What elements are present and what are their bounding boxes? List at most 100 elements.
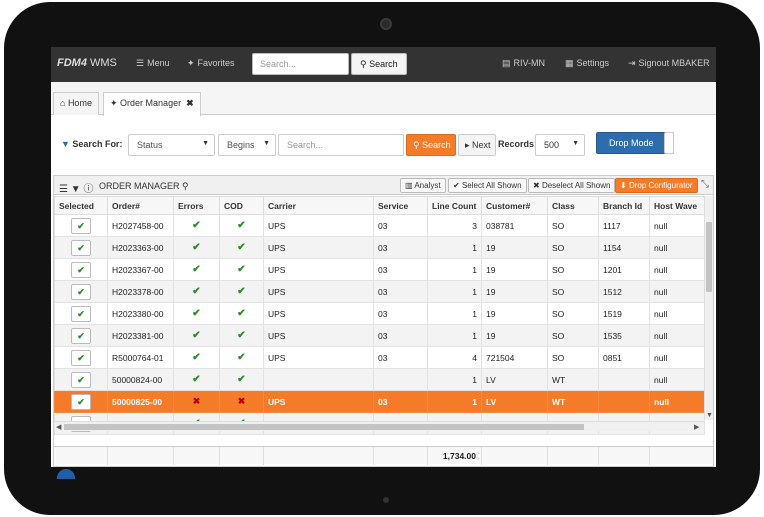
- select-cell: ✔: [54, 258, 108, 281]
- table-row[interactable]: ✔ H2023363-00 ✔ ✔ UPS 03 1 19 SO 1154 null: [54, 236, 705, 259]
- filter-icon: ▼: [61, 139, 73, 149]
- drop-configurator-button[interactable]: ⬇ Drop Configurator: [615, 178, 698, 193]
- cod-cell: ✔: [219, 324, 264, 347]
- chart-icon: ▥: [405, 181, 415, 190]
- tab-order-manager[interactable]: ✦ Order Manager ✖: [103, 92, 201, 116]
- host-wave-cell: null: [649, 368, 705, 391]
- filter-icon[interactable]: ▼: [71, 184, 81, 195]
- analyst-button[interactable]: ▥ Analyst: [400, 178, 446, 193]
- home-dot: [383, 497, 389, 503]
- search-icon[interactable]: ⚲: [182, 181, 189, 191]
- field-select[interactable]: Status ▼: [128, 134, 215, 156]
- scroll-thumb[interactable]: [64, 424, 584, 430]
- branch-cell: [598, 390, 650, 413]
- row-select-button[interactable]: ✔: [71, 283, 91, 300]
- col-header[interactable]: Errors: [173, 196, 220, 215]
- table-row[interactable]: ✔ H2023378-00 ✔ ✔ UPS 03 1 19 SO 1512 null: [54, 280, 705, 303]
- line-count-cell: 1: [427, 368, 482, 391]
- errors-ok-icon: ✔: [192, 374, 201, 385]
- col-header[interactable]: Branch Id: [598, 196, 650, 215]
- check-icon: ✔: [77, 286, 85, 297]
- customer-cell: 19: [481, 302, 548, 325]
- drop-mode-toggle[interactable]: Drop Mode: [596, 132, 674, 154]
- cod-ok-icon: ✔: [237, 352, 246, 363]
- deselect-all-button[interactable]: ✖ Deselect All Shown: [528, 178, 616, 193]
- order-cell: H2027458-00: [107, 214, 174, 237]
- records-select[interactable]: 500 ▼: [535, 134, 585, 156]
- cod-error-icon: ✖: [237, 396, 246, 406]
- signout-link[interactable]: ⇥ Signout MBAKER: [628, 58, 710, 69]
- order-cell: H2023381-00: [107, 324, 174, 347]
- table-row[interactable]: ✔ H2023380-00 ✔ ✔ UPS 03 1 19 SO 1519 null: [54, 302, 705, 325]
- class-cell: WT: [547, 390, 599, 413]
- line-count-cell: 1: [427, 302, 482, 325]
- row-select-button[interactable]: ✔: [71, 239, 91, 256]
- menu-link[interactable]: ☰ Menu: [136, 58, 170, 69]
- col-header[interactable]: Host Wave: [649, 196, 705, 215]
- col-header[interactable]: Customer#: [481, 196, 548, 215]
- select-cell: ✔: [54, 302, 108, 325]
- compress-icon[interactable]: ⤡: [701, 179, 709, 190]
- arrow-down-icon: ⬇: [620, 181, 629, 190]
- branch-cell: 0851: [598, 346, 650, 369]
- scroll-right-icon[interactable]: ▶: [694, 423, 699, 431]
- host-wave-cell: null: [649, 280, 705, 303]
- select-all-button[interactable]: ✔ Select All Shown: [448, 178, 527, 193]
- list-icon[interactable]: ☰: [59, 184, 68, 195]
- errors-cell: ✔: [173, 324, 220, 347]
- global-search-button[interactable]: ⚲ Search: [351, 53, 407, 75]
- col-header[interactable]: Line Count: [427, 196, 482, 215]
- close-tab-icon[interactable]: ✖: [186, 98, 194, 108]
- col-header[interactable]: Service: [373, 196, 428, 215]
- global-search-input[interactable]: Search...: [252, 53, 349, 75]
- row-select-button[interactable]: ✔: [71, 393, 91, 410]
- chevron-down-icon: ▼: [572, 140, 579, 147]
- col-header[interactable]: Order#: [107, 196, 174, 215]
- filter-search-button[interactable]: ⚲ Search: [406, 134, 456, 156]
- favorites-link[interactable]: ✦ Favorites: [187, 58, 235, 69]
- table-row[interactable]: ✔ 50000824-00 ✔ ✔ 1 LV WT null: [54, 368, 705, 391]
- host-wave-cell: null: [649, 390, 705, 413]
- errors-cell: ✔: [173, 236, 220, 259]
- location-link[interactable]: ▤ RIV-MN: [502, 58, 545, 69]
- select-cell: ✔: [54, 236, 108, 259]
- table-row[interactable]: ✔ H2023367-00 ✔ ✔ UPS 03 1 19 SO 1201 null: [54, 258, 705, 281]
- table-row[interactable]: ✔ H2023381-00 ✔ ✔ UPS 03 1 19 SO 1535 null: [54, 324, 705, 347]
- cod-ok-icon: ✔: [237, 286, 246, 297]
- row-select-button[interactable]: ✔: [71, 327, 91, 344]
- errors-cell: ✔: [173, 280, 220, 303]
- host-wave-cell: null: [649, 236, 705, 259]
- tab-home[interactable]: ⌂ Home: [53, 92, 99, 115]
- scroll-thumb[interactable]: [706, 222, 712, 292]
- filter-value-input[interactable]: Search...: [278, 134, 404, 156]
- col-header[interactable]: COD: [219, 196, 264, 215]
- order-cell: H2023363-00: [107, 236, 174, 259]
- errors-ok-icon: ✔: [192, 330, 201, 341]
- order-cell: H2023380-00: [107, 302, 174, 325]
- row-select-button[interactable]: ✔: [71, 305, 91, 322]
- col-header[interactable]: Carrier: [263, 196, 374, 215]
- vertical-scrollbar[interactable]: ▼: [704, 196, 713, 420]
- branch-cell: 1519: [598, 302, 650, 325]
- line-count-cell: 1: [427, 324, 482, 347]
- table-row[interactable]: ✔ R5000764-01 ✔ ✔ UPS 03 4 721504 SO 0851 null: [54, 346, 705, 369]
- col-header[interactable]: Selected: [54, 196, 108, 215]
- row-select-button[interactable]: ✔: [71, 371, 91, 388]
- next-button[interactable]: ▸ Next: [458, 134, 496, 156]
- col-header[interactable]: Class: [547, 196, 599, 215]
- scroll-down-icon[interactable]: ▼: [706, 412, 713, 419]
- orders-table: Selected Order# Errors COD Carrier Servi…: [54, 196, 705, 435]
- operator-select[interactable]: Begins ▼: [218, 134, 276, 156]
- row-select-button[interactable]: ✔: [71, 261, 91, 278]
- row-select-button[interactable]: ✔: [71, 217, 91, 234]
- errors-ok-icon: ✔: [192, 286, 201, 297]
- horizontal-scrollbar[interactable]: ◀ ▶: [54, 421, 704, 431]
- row-select-button[interactable]: ✔: [71, 349, 91, 366]
- table-row[interactable]: ✔ H2027458-00 ✔ ✔ UPS 03 3 038781 SO 1117 null: [54, 214, 705, 237]
- brand-logo[interactable]: FDM4 WMS: [57, 57, 117, 69]
- info-icon[interactable]: ⓘ: [83, 184, 93, 195]
- scroll-left-icon[interactable]: ◀: [56, 423, 61, 431]
- errors-cell: ✔: [173, 368, 220, 391]
- table-row-selected[interactable]: ✔ 50000825-00 ✖ ✖ UPS 03 1 LV WT null: [54, 390, 705, 413]
- settings-link[interactable]: ▦ Settings: [565, 58, 609, 69]
